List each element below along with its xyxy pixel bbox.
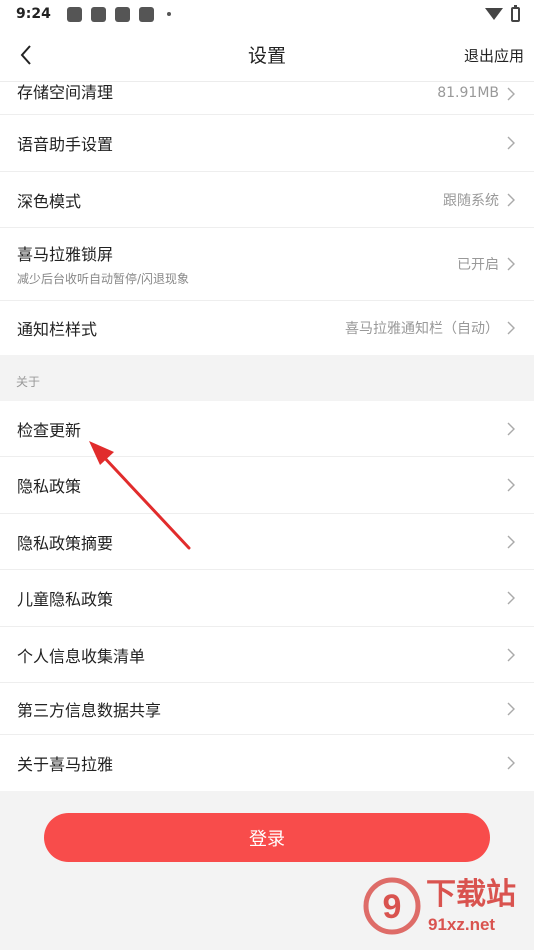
exit-app-button[interactable]: 退出应用 [464,45,524,66]
about-row-privacy-policy[interactable]: 隐私政策 [0,457,534,514]
status-time: 9:24 [16,6,51,22]
row-label: 第三方信息数据共享 [17,700,162,720]
settings-section: 存储空间清理 81.91MB 语音助手设置 深色模式 跟随系统 喜马拉雅锁屏 减… [0,82,534,355]
chevron-right-icon [507,321,516,335]
notification-icon [114,6,130,22]
row-label: 隐私政策 [17,477,82,496]
wifi-icon [485,8,503,20]
row-label: 喜马拉雅锁屏 [17,245,114,264]
about-row-personal-info-list[interactable]: 个人信息收集清单 [0,627,534,683]
row-sublabel: 减少后台收听自动暂停/闪退现象 [17,272,190,286]
about-row-check-update[interactable]: 检查更新 [0,401,534,457]
login-button[interactable]: 登录 [44,813,490,862]
battery-icon [511,4,520,22]
row-label: 存储空间清理 [17,83,114,102]
page-title: 设置 [247,45,286,67]
about-row-about-ximalaya[interactable]: 关于喜马拉雅 [0,735,534,791]
watermark-logo: 9 下载站 91xz.net [363,877,516,935]
notification-icon [66,6,82,22]
row-label: 检查更新 [17,420,82,440]
login-area: 登录 [0,791,534,862]
back-button[interactable] [14,42,38,68]
chevron-right-icon [507,87,516,101]
chevron-right-icon [507,591,516,605]
about-row-third-party-sharing[interactable]: 第三方信息数据共享 [0,683,534,735]
chevron-right-icon [507,648,516,662]
settings-row-voice-assistant[interactable]: 语音助手设置 [0,115,534,172]
about-row-children-privacy[interactable]: 儿童隐私政策 [0,570,534,627]
chevron-right-icon [507,422,516,436]
chevron-right-icon [507,535,516,549]
more-notifications-icon [166,12,171,16]
watermark-number: 9 [383,888,402,926]
row-value: 喜马拉雅通知栏（自动） [345,321,499,337]
chevron-right-icon [507,702,516,716]
row-label: 隐私政策摘要 [17,533,114,553]
row-label: 语音助手设置 [17,135,114,154]
about-section: 检查更新 隐私政策 隐私政策摘要 儿童隐私政策 个人信息收集清单 第三方信息数据… [0,401,534,791]
row-value: 81.91MB [437,85,499,101]
row-label: 关于喜马拉雅 [17,755,114,774]
row-value: 跟随系统 [443,192,499,209]
row-label: 个人信息收集清单 [17,646,146,666]
status-bar: 9:24 [0,0,534,28]
settings-row-dark-mode[interactable]: 深色模式 跟随系统 [0,172,534,228]
settings-row-lock-screen[interactable]: 喜马拉雅锁屏 减少后台收听自动暂停/闪退现象 已开启 [0,228,534,301]
chevron-right-icon [507,193,516,207]
chevron-right-icon [507,478,516,492]
notification-icon [138,6,154,22]
settings-row-notification-style[interactable]: 通知栏样式 喜马拉雅通知栏（自动） [0,301,534,355]
row-label: 儿童隐私政策 [17,590,114,609]
nav-bar: 设置 退出应用 [0,28,534,82]
chevron-right-icon [507,136,516,150]
watermark-brand: 下载站 [426,877,516,912]
watermark-domain: 91xz.net [428,915,495,934]
row-value: 已开启 [457,257,499,273]
chevron-right-icon [507,756,516,770]
notification-icon [90,6,106,22]
row-label: 通知栏样式 [17,320,98,339]
row-label: 深色模式 [17,191,82,211]
about-section-header: 关于 [0,355,534,401]
settings-row-storage[interactable]: 存储空间清理 81.91MB [0,82,534,115]
back-arrow-icon [20,45,31,65]
about-row-privacy-summary[interactable]: 隐私政策摘要 [0,514,534,570]
chevron-right-icon [507,257,516,271]
